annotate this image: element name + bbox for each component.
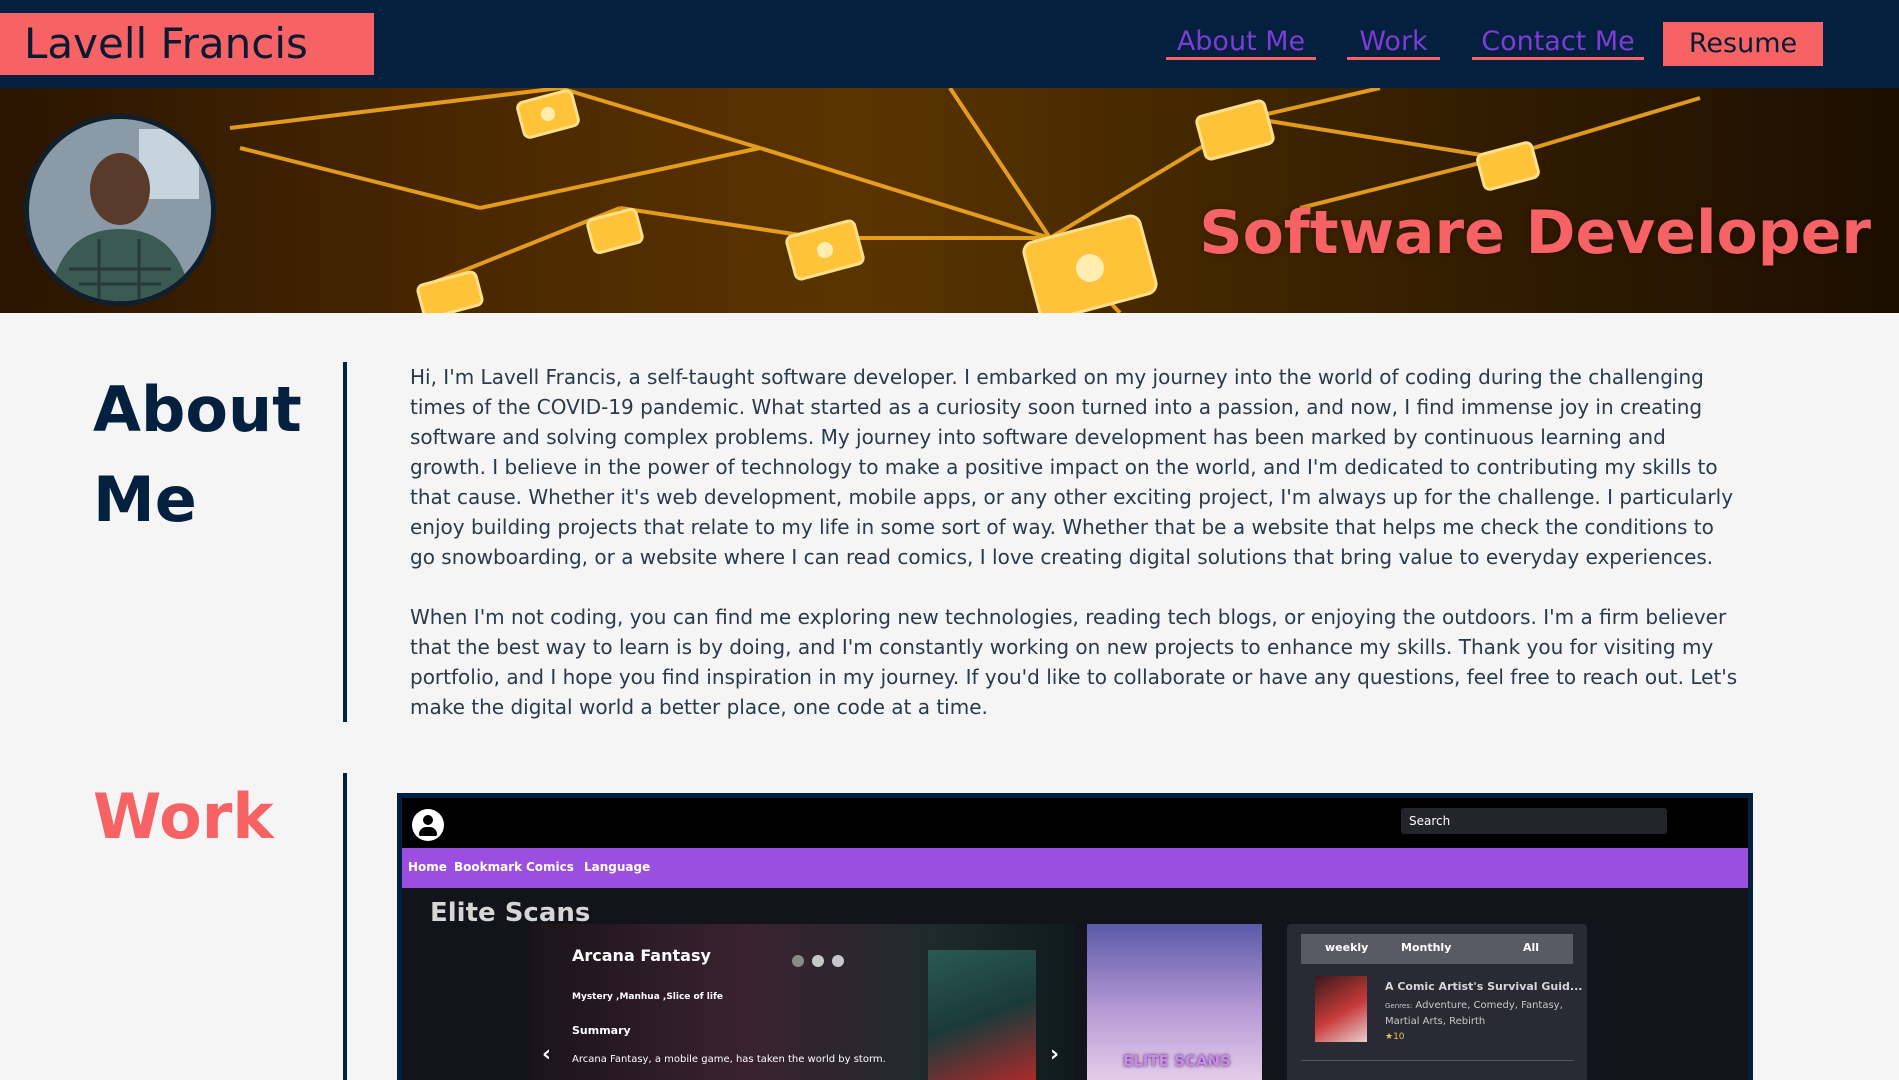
site-header: Lavell Francis About Me Work Contact Me … xyxy=(0,0,1899,88)
carousel-summary: Arcana Fantasy, a mobile game, has taken… xyxy=(572,1054,886,1065)
about-divider xyxy=(343,362,347,722)
about-heading: About Me xyxy=(93,365,333,545)
hero-title: Software Developer xyxy=(1199,198,1871,268)
user-icon xyxy=(412,809,444,841)
ranking-tabs: weekly Monthly All xyxy=(1301,934,1573,964)
brand-name[interactable]: Lavell Francis xyxy=(0,13,374,75)
shot-nav-home: Home xyxy=(408,860,447,874)
project-screenshot: Search Home Bookmark Comics Language Eli… xyxy=(402,798,1748,1080)
carousel-dots xyxy=(792,952,852,971)
work-divider xyxy=(343,773,347,1080)
shot-carousel: Arcana Fantasy Mystery ,Manhua ,Slice of… xyxy=(530,924,1075,1080)
ranking-tab-monthly: Monthly xyxy=(1401,941,1452,954)
shot-nav-language: Language xyxy=(584,860,651,874)
ranking-tab-weekly: weekly xyxy=(1325,941,1369,954)
nav-work[interactable]: Work xyxy=(1347,24,1440,60)
ranking-item-title: A Comic Artist's Survival Guid... xyxy=(1385,980,1583,993)
ranking-item-genres: Genres: Adventure, Comedy, Fantasy, Mart… xyxy=(1385,998,1565,1030)
ranking-genres-label: Genres: xyxy=(1385,1002,1413,1010)
nav-contact-me[interactable]: Contact Me xyxy=(1472,24,1644,60)
about-heading-line1: About xyxy=(93,373,302,446)
shot-ranking-panel: weekly Monthly All A Comic Artist's Surv… xyxy=(1287,924,1587,1080)
shot-nav-bookmark: Bookmark xyxy=(454,860,523,874)
cover-text: ELITE SCANS xyxy=(1123,1052,1231,1070)
work-heading: Work xyxy=(93,780,274,853)
carousel-title: Arcana Fantasy xyxy=(572,946,711,965)
resume-button[interactable]: Resume xyxy=(1663,22,1823,66)
carousel-genres: Mystery ,Manhua ,Slice of life xyxy=(572,992,723,1002)
shot-topbar: Search xyxy=(402,798,1748,848)
ranking-tab-all: All xyxy=(1523,941,1540,954)
shot-nav-comics: Comics xyxy=(526,860,574,874)
carousel-summary-heading: Summary xyxy=(572,1024,631,1037)
shot-navbar: Home Bookmark Comics Language xyxy=(402,848,1748,888)
about-heading-line2: Me xyxy=(93,463,197,536)
about-paragraph-1: Hi, I'm Lavell Francis, a self-taught so… xyxy=(410,365,1734,569)
shot-cover-image: ELITE SCANS xyxy=(1087,924,1262,1080)
profile-avatar xyxy=(24,114,216,306)
ranking-item-score: ★10 xyxy=(1385,1032,1405,1042)
carousel-prev-icon: ‹ xyxy=(542,1042,552,1067)
nav-about-me[interactable]: About Me xyxy=(1166,24,1316,60)
hero-banner: Software Developer xyxy=(0,88,1899,313)
shot-search-input: Search xyxy=(1401,808,1667,834)
about-paragraph-2: When I'm not coding, you can find me exp… xyxy=(410,605,1738,719)
ranking-genres-value: Adventure, Comedy, Fantasy, Martial Arts… xyxy=(1385,1000,1563,1027)
ranking-divider xyxy=(1301,1060,1573,1061)
ranking-thumbnail xyxy=(1315,976,1367,1042)
carousel-artwork xyxy=(928,950,1036,1080)
project-card-elite-scans[interactable]: Search Home Bookmark Comics Language Eli… xyxy=(397,793,1753,1080)
about-text: Hi, I'm Lavell Francis, a self-taught so… xyxy=(410,362,1740,722)
carousel-next-icon: › xyxy=(1050,1042,1060,1067)
